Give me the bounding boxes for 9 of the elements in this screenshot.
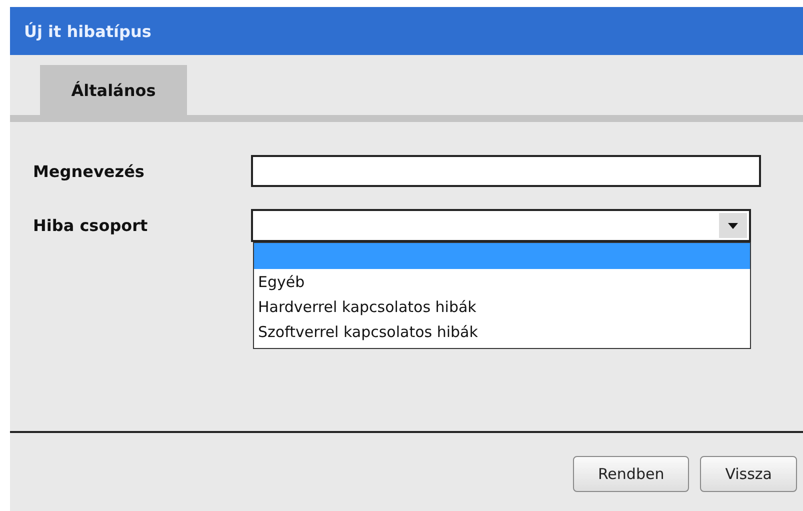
caret-icon <box>728 222 738 228</box>
ok-button[interactable]: Rendben <box>572 456 690 492</box>
window-title: Új it hibatípus <box>10 7 803 55</box>
input-field[interactable] <box>251 155 761 187</box>
field-label: Megnevezés <box>33 162 146 180</box>
dropdown-field[interactable] <box>251 209 751 242</box>
tab[interactable]: Általános <box>40 65 187 115</box>
back-button[interactable]: Vissza <box>700 456 797 492</box>
field-label: Hiba csoport <box>33 216 149 235</box>
